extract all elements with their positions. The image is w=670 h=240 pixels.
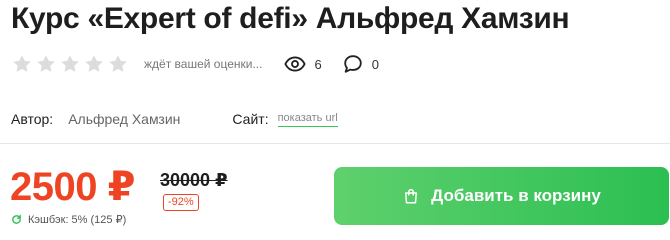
comment-icon [343,55,362,73]
author-value: Альфред Хамзин [68,111,181,127]
rating-row: ждёт вашей оценки... 6 0 [11,52,431,76]
current-price: 2500 ₽ [10,165,135,209]
rating-stars[interactable] [11,53,129,75]
author-label: Автор: [11,111,54,127]
star-icon[interactable] [11,53,33,75]
star-icon[interactable] [59,53,81,75]
product-title: Курс «Expert of defi» Альфред Хамзин [11,2,570,35]
comments-count: 0 [371,56,379,72]
refresh-icon [12,214,21,224]
star-icon[interactable] [83,53,105,75]
product-meta: Автор: Альфред Хамзин Сайт: показать url [11,108,431,130]
views-counter: 6 [284,53,322,75]
divider [0,143,670,144]
add-to-cart-label: Добавить в корзину [431,186,601,205]
add-to-cart-button[interactable]: Добавить в корзину [334,167,669,225]
discount-badge: -92% [163,194,199,211]
comments-counter[interactable]: 0 [342,53,379,75]
cashback-text: Кэшбэк: 5% (125 ₽) [28,214,127,226]
shopping-bag-icon [405,188,418,204]
eye-icon [284,56,306,72]
site-label: Сайт: [232,111,269,127]
cashback-info: Кэшбэк: 5% (125 ₽) [11,213,126,226]
rating-status-text: ждёт вашей оценки... [144,57,263,71]
star-icon[interactable] [107,53,129,75]
star-icon[interactable] [35,53,57,75]
old-price: 30000 ₽ [160,170,228,190]
show-url-link[interactable]: показать url [277,112,338,127]
views-count: 6 [314,56,322,72]
